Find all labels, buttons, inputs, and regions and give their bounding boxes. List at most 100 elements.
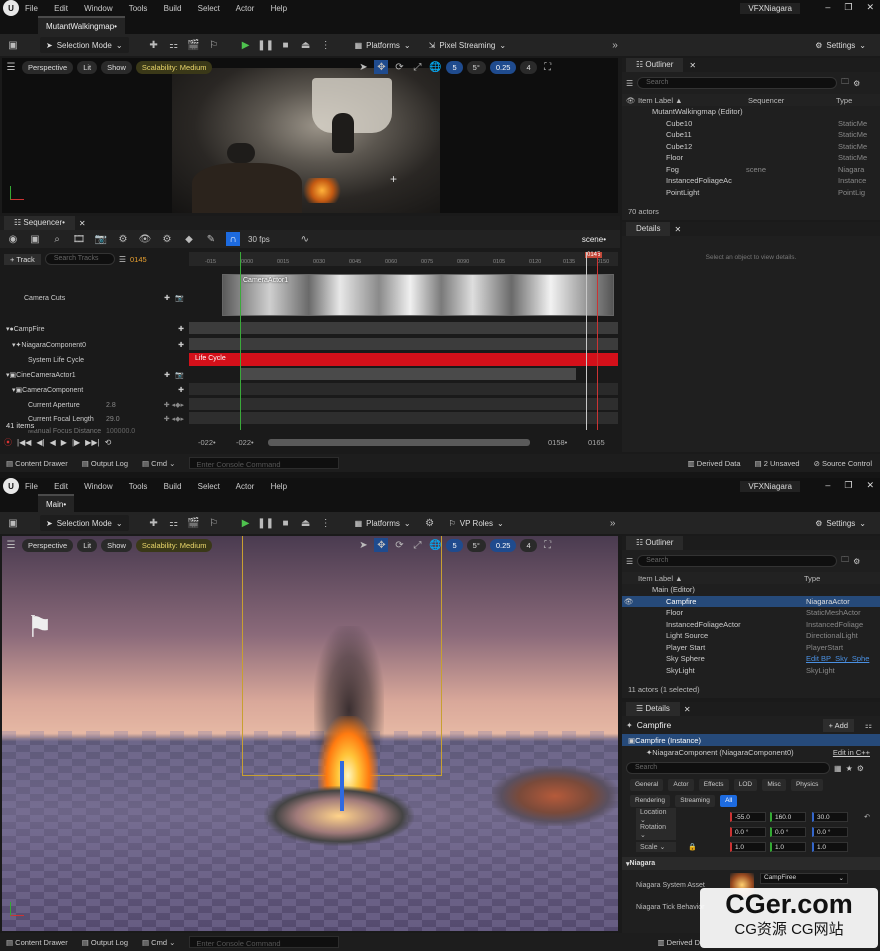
console-input[interactable]: Enter Console Command <box>189 457 340 469</box>
unsaved-button[interactable]: ▤ 2 Unsaved <box>755 459 800 468</box>
campfire-lane[interactable] <box>189 322 618 334</box>
category-actor[interactable]: Actor <box>668 779 694 791</box>
outliner-row[interactable]: Fog scene Niagara <box>622 164 880 176</box>
close-tab-icon[interactable]: ✕ <box>674 225 681 234</box>
scalability-button[interactable]: Scalability: Medium <box>135 538 213 552</box>
playhead-marker[interactable]: 0145 <box>585 252 603 258</box>
source-control-button[interactable]: ⊘ Source Control <box>814 459 872 468</box>
camera-icon[interactable]: 📷 <box>175 294 184 302</box>
category-physics[interactable]: Physics <box>790 779 824 791</box>
rotate-tool-icon[interactable]: ⟳ <box>392 60 406 74</box>
menu-file[interactable]: File <box>25 4 38 13</box>
selection-mode-button[interactable]: ➤ Selection Mode ⌄ <box>40 37 129 53</box>
outliner-search[interactable]: Search <box>637 77 838 89</box>
perspective-button[interactable]: Perspective <box>22 538 74 552</box>
table-view-icon[interactable]: ▦ <box>834 764 842 773</box>
details-tab[interactable]: Details <box>626 222 671 236</box>
search-tracks-input[interactable]: Search Tracks <box>44 253 115 265</box>
track-value[interactable]: 29.0 <box>106 416 120 423</box>
vp-roles-button[interactable]: ⚐ VP Roles ⌄ <box>443 515 510 531</box>
cmd-button[interactable]: ▤ Cmd ⌄ <box>142 459 175 468</box>
view-options-icon[interactable]: 👁 <box>138 232 152 246</box>
curve-editor-icon[interactable]: ∿ <box>298 232 312 246</box>
favorite-star-icon[interactable]: ★ <box>846 764 853 773</box>
menu-help[interactable]: Help <box>271 4 287 13</box>
pause-icon[interactable]: ❚❚ <box>257 516 274 530</box>
translate-tool-icon[interactable]: ✥ <box>374 538 389 552</box>
range-start-view[interactable]: -022• <box>236 438 254 447</box>
settings-gear-icon[interactable]: ⚙ <box>853 79 860 88</box>
timeline-scrollbar[interactable] <box>268 439 530 446</box>
play-icon[interactable]: ▶ <box>239 38 253 52</box>
grid-snap-button[interactable]: 5 <box>446 60 463 74</box>
menu-build[interactable]: Build <box>164 482 182 491</box>
more-options-icon[interactable]: ⋮ <box>319 38 333 52</box>
track-campfire[interactable]: ▾ ● CampFire ✚ <box>0 322 188 336</box>
derived-data-button[interactable]: ▥ Derived Data <box>688 459 741 468</box>
cinematics-icon[interactable]: 🎬 <box>187 38 201 52</box>
range-end[interactable]: 0165 <box>588 438 605 447</box>
current-frame[interactable]: 0145 <box>130 255 147 264</box>
maximize-icon[interactable]: ❐ <box>844 480 852 491</box>
stop-icon[interactable]: ■ <box>279 38 293 52</box>
sequencer-tab[interactable]: ☷ Sequencer• <box>4 216 75 230</box>
key-controls-icon[interactable]: ✚ ◂◆▸ <box>164 401 184 409</box>
world-space-icon[interactable]: 🌐 <box>428 60 442 74</box>
menu-tools[interactable]: Tools <box>129 482 148 491</box>
eject-icon[interactable]: ⏏ <box>299 38 313 52</box>
blueprint-icon[interactable]: ⚏ <box>167 38 181 52</box>
rotate-tool-icon[interactable]: ⟳ <box>392 538 406 552</box>
category-lod[interactable]: LOD <box>733 779 758 791</box>
category-streaming[interactable]: Streaming <box>675 795 715 807</box>
show-button[interactable]: Show <box>101 538 132 552</box>
cinematics-icon[interactable]: 🎬 <box>187 516 201 530</box>
actor-name[interactable]: Campfire <box>637 720 671 730</box>
menu-help[interactable]: Help <box>271 482 287 491</box>
camera-cuts-lane[interactable]: CameraActor1 <box>222 274 614 316</box>
map-tab[interactable]: MutantWalkingmap• <box>38 16 125 34</box>
cmd-button[interactable]: ▤ Cmd ⌄ <box>142 938 175 947</box>
select-tool-icon[interactable]: ➤ <box>356 60 370 74</box>
camera-icon[interactable]: 📷 <box>175 371 184 379</box>
menu-select[interactable]: Select <box>198 4 220 13</box>
settings-button[interactable]: ⚙ Settings ⌄ <box>809 37 872 53</box>
menu-edit[interactable]: Edit <box>54 482 68 491</box>
platforms-button[interactable]: ▦ Platforms ⌄ <box>349 515 417 531</box>
unreal-logo-icon[interactable]: U <box>3 0 19 16</box>
world-icon[interactable]: ◉ <box>6 232 20 246</box>
instance-row[interactable]: ▣ Campfire (Instance) <box>622 734 880 746</box>
derived-data-button[interactable]: ▥ Derived D <box>657 938 700 947</box>
outliner-row[interactable]: Cube11 StaticMe <box>622 129 880 141</box>
blueprint-icon[interactable]: ⚏ <box>167 516 181 530</box>
play-reverse-icon[interactable]: ◀ <box>50 438 56 447</box>
timeline-ruler[interactable]: -015 0000 0015 0030 0045 0060 0075 0090 … <box>189 252 618 266</box>
lit-button[interactable]: Lit <box>77 60 98 74</box>
scale-tool-icon[interactable]: ⤢ <box>410 538 424 552</box>
add-icon[interactable]: ✚ <box>178 341 184 349</box>
add-icon[interactable]: ✚ <box>178 386 184 394</box>
output-log-button[interactable]: ▤ Output Log <box>82 938 128 947</box>
perspective-button[interactable]: Perspective <box>22 60 74 74</box>
outliner-row[interactable]: MutantWalkingmap (Editor) <box>622 106 880 118</box>
scale-z-field[interactable]: 1.0 <box>812 841 848 852</box>
outliner-row[interactable]: Cube10 StaticMe <box>622 118 880 130</box>
play-icon[interactable]: ▶ <box>239 516 253 530</box>
settings-gear-icon[interactable]: ⚙ <box>853 557 860 566</box>
component-row[interactable]: ✦ NiagaraComponent (NiagaraComponent0) Ed… <box>622 746 880 759</box>
add-actor-icon[interactable]: ✚ <box>147 516 161 530</box>
add-icon[interactable]: ✚ <box>164 294 170 302</box>
keyframe-icon[interactable]: ◆ <box>182 232 196 246</box>
niagara-lane[interactable] <box>189 338 618 350</box>
close-tab-icon[interactable]: ✕ <box>684 705 691 714</box>
pause-icon[interactable]: ❚❚ <box>257 38 274 52</box>
column-type[interactable]: Type <box>804 574 820 583</box>
track-system-life-cycle[interactable]: System Life Cycle <box>0 353 188 367</box>
loop-icon[interactable]: ⟲ <box>105 438 112 447</box>
category-rendering[interactable]: Rendering <box>630 795 670 807</box>
outliner-row[interactable]: InstancedFoliageAc Instance <box>622 175 880 187</box>
expand-toolbar-icon[interactable]: » <box>606 516 620 530</box>
edit-cpp-link[interactable]: Edit in C++ <box>833 748 870 757</box>
outliner-tab[interactable]: ☷ Outliner <box>626 536 684 550</box>
track-camera-cuts[interactable]: Camera Cuts ✚ 📷 <box>0 288 188 308</box>
blueprint-icon[interactable]: ⚏ <box>865 721 872 730</box>
